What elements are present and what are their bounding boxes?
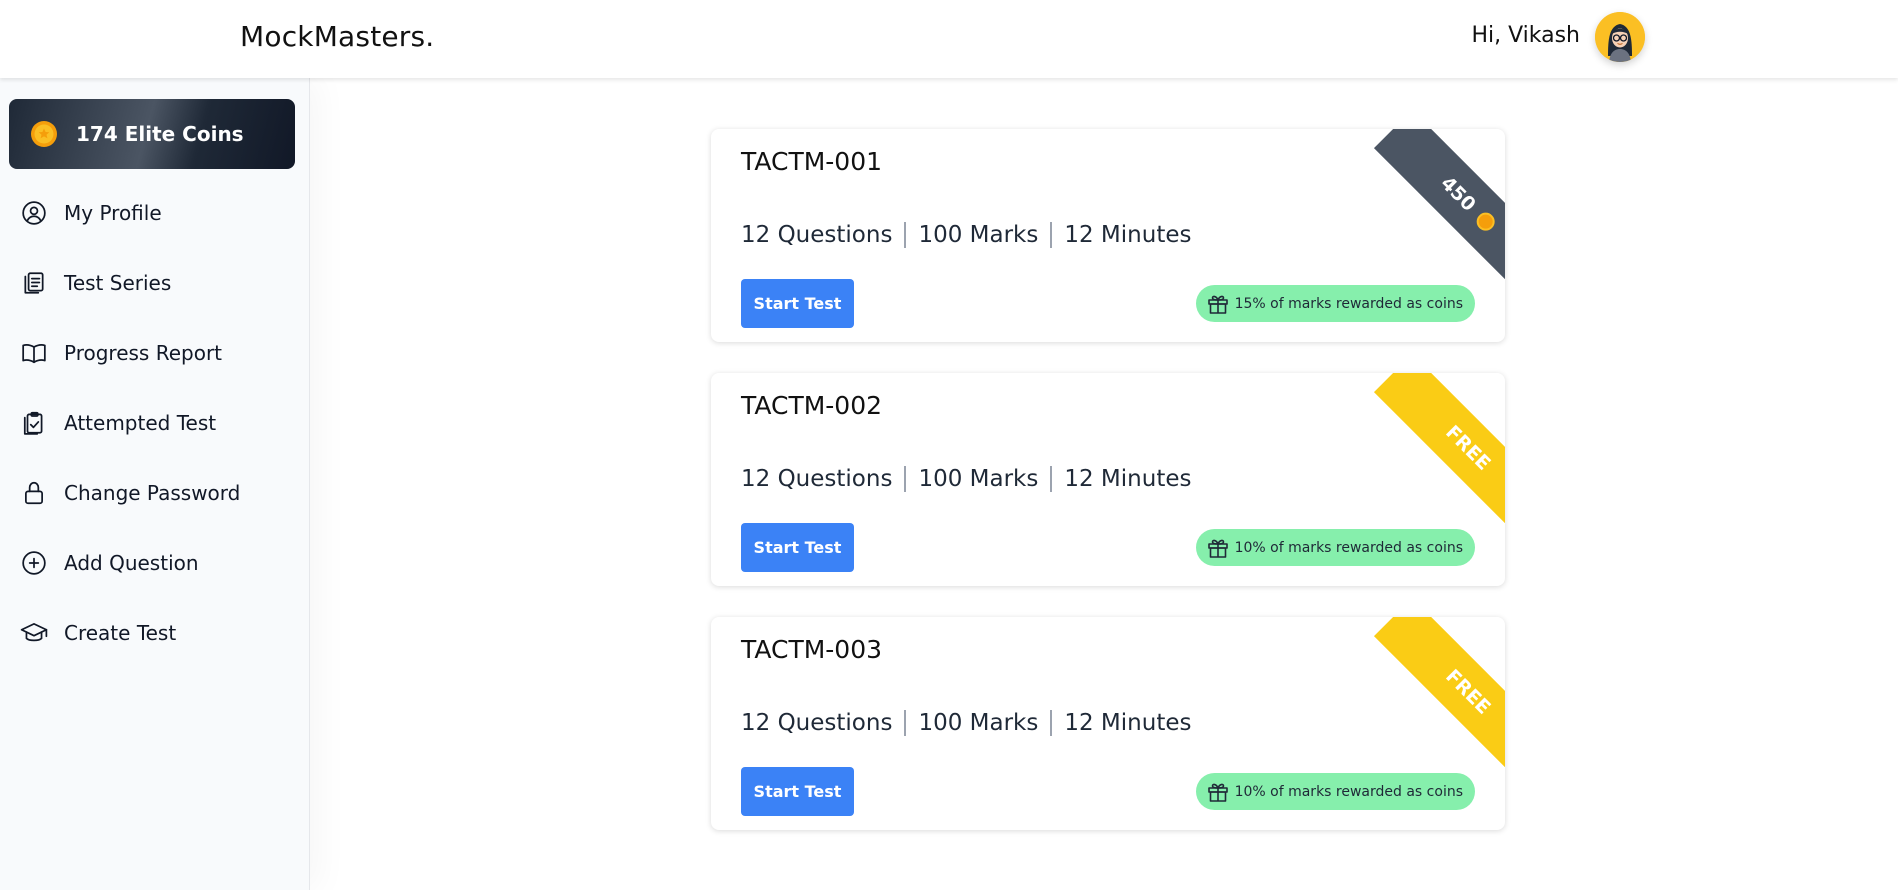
ribbon-label: FREE	[1441, 421, 1495, 475]
ribbon-label: FREE	[1441, 665, 1495, 719]
sidebar-item-label: Test Series	[64, 271, 172, 295]
price-ribbon: 450	[1355, 129, 1505, 279]
test-card: TACTM-003 12 Questions 100 Marks 12 Minu…	[711, 617, 1505, 830]
gift-icon	[1207, 783, 1228, 802]
gift-icon	[1207, 295, 1228, 314]
test-meta: 12 Questions 100 Marks 12 Minutes	[741, 466, 1191, 492]
lock-icon	[20, 479, 48, 507]
reward-badge: 15% of marks rewarded as coins	[1195, 285, 1475, 322]
main-content: TACTM-001 12 Questions 100 Marks 12 Minu…	[311, 78, 1898, 890]
reward-badge: 10% of marks rewarded as coins	[1195, 773, 1475, 810]
start-test-button[interactable]: Start Test	[741, 767, 854, 816]
sidebar-item-progress-report[interactable]: Progress Report	[0, 318, 310, 388]
meta-divider	[904, 710, 907, 736]
total-marks: 100 Marks	[918, 466, 1039, 492]
duration: 12 Minutes	[1064, 466, 1192, 492]
avatar-illustration-icon	[1595, 12, 1645, 62]
question-count: 12 Questions	[741, 466, 893, 492]
gift-icon	[1207, 539, 1228, 558]
graduation-cap-icon	[20, 619, 48, 647]
clipboard-check-icon	[20, 409, 48, 437]
coin-icon	[31, 121, 57, 147]
sidebar-item-label: Attempted Test	[64, 411, 217, 435]
sidebar-item-label: Progress Report	[64, 341, 223, 365]
sidebar: 174 Elite Coins My Profile Test Series P…	[0, 78, 310, 890]
duration: 12 Minutes	[1064, 710, 1192, 736]
avatar[interactable]	[1595, 12, 1645, 62]
test-title: TACTM-002	[741, 391, 883, 420]
meta-divider	[1050, 222, 1053, 248]
sidebar-item-my-profile[interactable]: My Profile	[0, 178, 310, 248]
sidebar-nav: My Profile Test Series Progress Report A…	[0, 178, 310, 668]
sidebar-item-test-series[interactable]: Test Series	[0, 248, 310, 318]
free-ribbon: FREE	[1355, 617, 1505, 767]
meta-divider	[904, 466, 907, 492]
test-title: TACTM-003	[741, 635, 883, 664]
user-circle-icon	[20, 199, 48, 227]
sidebar-item-create-test[interactable]: Create Test	[0, 598, 310, 668]
coin-icon	[1472, 208, 1499, 235]
reward-text: 15% of marks rewarded as coins	[1234, 295, 1463, 312]
total-marks: 100 Marks	[918, 222, 1039, 248]
top-bar: MockMasters. Hi, Vikash	[0, 0, 1898, 78]
elite-coins-banner[interactable]: 174 Elite Coins	[9, 99, 295, 169]
sidebar-item-label: My Profile	[64, 201, 162, 225]
reward-text: 10% of marks rewarded as coins	[1234, 783, 1463, 800]
test-title: TACTM-001	[741, 147, 883, 176]
start-test-button[interactable]: Start Test	[741, 523, 854, 572]
meta-divider	[1050, 710, 1053, 736]
book-open-icon	[20, 339, 48, 367]
total-marks: 100 Marks	[918, 710, 1039, 736]
sidebar-item-change-password[interactable]: Change Password	[0, 458, 310, 528]
plus-circle-icon	[20, 549, 48, 577]
sidebar-item-label: Add Question	[64, 551, 199, 575]
start-test-button[interactable]: Start Test	[741, 279, 854, 328]
test-meta: 12 Questions 100 Marks 12 Minutes	[741, 710, 1191, 736]
brand-logo[interactable]: MockMasters.	[240, 20, 434, 53]
reward-text: 10% of marks rewarded as coins	[1234, 539, 1463, 556]
meta-divider	[904, 222, 907, 248]
sidebar-item-label: Create Test	[64, 621, 177, 645]
free-ribbon: FREE	[1355, 373, 1505, 523]
sidebar-item-label: Change Password	[64, 481, 241, 505]
user-greeting: Hi, Vikash	[1471, 23, 1580, 48]
test-card: TACTM-001 12 Questions 100 Marks 12 Minu…	[711, 129, 1505, 342]
sidebar-item-attempted-test[interactable]: Attempted Test	[0, 388, 310, 458]
duration: 12 Minutes	[1064, 222, 1192, 248]
meta-divider	[1050, 466, 1053, 492]
question-count: 12 Questions	[741, 710, 893, 736]
question-count: 12 Questions	[741, 222, 893, 248]
reward-badge: 10% of marks rewarded as coins	[1195, 529, 1475, 566]
ribbon-label: 450	[1436, 172, 1480, 216]
test-meta: 12 Questions 100 Marks 12 Minutes	[741, 222, 1191, 248]
sidebar-item-add-question[interactable]: Add Question	[0, 528, 310, 598]
test-card: TACTM-002 12 Questions 100 Marks 12 Minu…	[711, 373, 1505, 586]
clipboard-list-icon	[20, 269, 48, 297]
elite-coins-label: 174 Elite Coins	[76, 122, 244, 146]
